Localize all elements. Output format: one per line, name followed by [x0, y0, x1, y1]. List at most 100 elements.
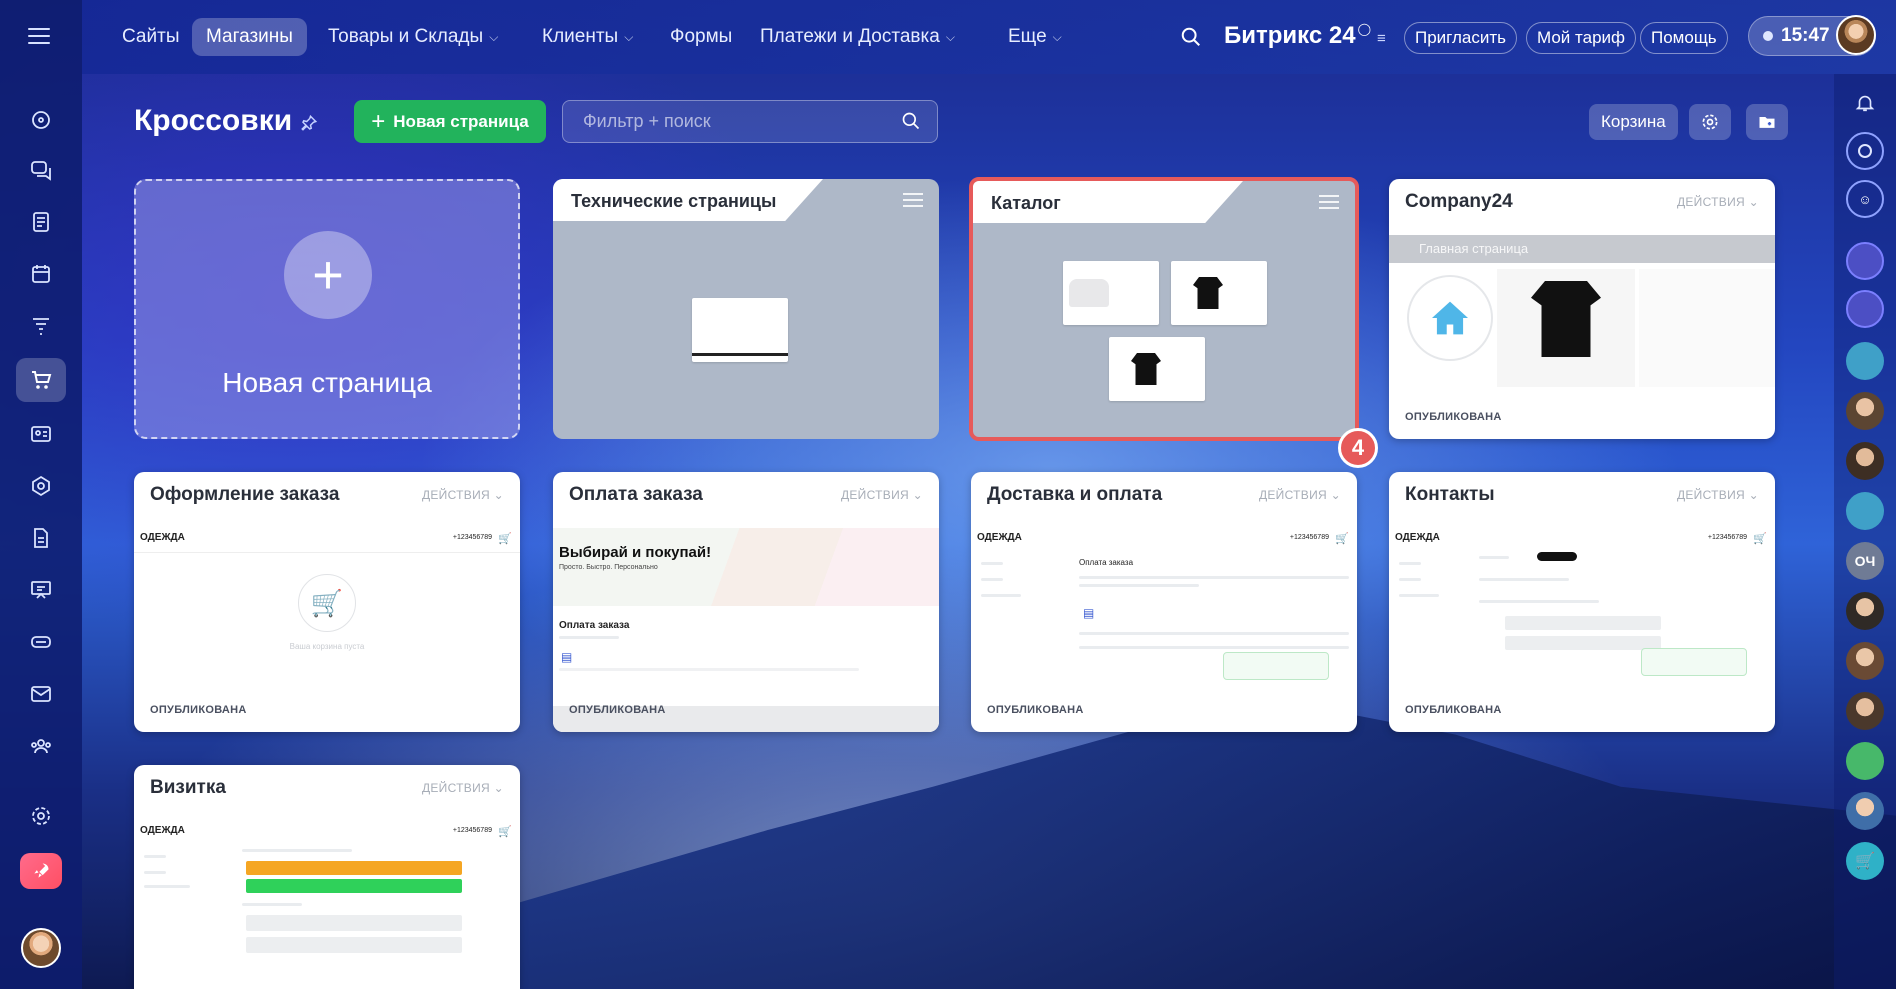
filter-icon[interactable] — [16, 304, 66, 348]
page-preview: ОДЕЖДА +123456789 🛒 ОПУБЛИКОВАНА — [1395, 532, 1767, 716]
actions-dropdown[interactable]: ДЕЙСТВИЯ ⌄ — [1259, 488, 1341, 502]
team-icon[interactable] — [16, 724, 66, 768]
search-field[interactable] — [562, 100, 938, 143]
menu-burger-icon[interactable] — [28, 28, 50, 49]
page-preview: Выбирай и покупай! Просто. Быстро. Персо… — [553, 528, 939, 732]
status-label: ОПУБЛИКОВАНА — [1405, 411, 1502, 423]
site-card-business-card[interactable]: Визитка ДЕЙСТВИЯ ⌄ ОДЕЖДА +123456789 🛒 — [134, 765, 520, 989]
menu-icon[interactable] — [903, 193, 923, 211]
folder-title: Каталог — [991, 193, 1061, 213]
nav-goods-warehouses[interactable]: Товары и Склады ⌵ — [314, 18, 512, 56]
contact-avatar[interactable] — [1846, 492, 1884, 530]
presentation-icon[interactable] — [16, 568, 66, 612]
feed-icon[interactable] — [16, 200, 66, 244]
mail-icon[interactable] — [16, 672, 66, 716]
chat-icon[interactable] — [16, 148, 66, 192]
bell-icon[interactable] — [1846, 84, 1884, 122]
avatar[interactable] — [1846, 692, 1884, 730]
site-card-checkout[interactable]: Оформление заказа ДЕЙСТВИЯ ⌄ ОДЕЖДА +1234… — [134, 472, 520, 732]
invite-button[interactable]: Пригласить — [1404, 22, 1518, 54]
folder-add-icon[interactable] — [1746, 104, 1788, 140]
card-title: Контакты — [1405, 484, 1495, 505]
card-title: Оплата заказа — [569, 484, 703, 505]
chat-avatar[interactable] — [1846, 742, 1884, 780]
status-label: ОПУБЛИКОВАНА — [1405, 704, 1502, 716]
user-avatar[interactable] — [21, 928, 61, 968]
new-page-button[interactable]: + Новая страница — [354, 100, 546, 143]
brand-logo[interactable]: Битрикс 24 ◯≡ — [1224, 22, 1386, 50]
avatar[interactable] — [1846, 592, 1884, 630]
help-button[interactable]: Помощь — [1640, 22, 1728, 54]
avatar[interactable] — [1846, 392, 1884, 430]
site-card-contacts[interactable]: Контакты ДЕЙСТВИЯ ⌄ ОДЕЖДА +123456789 🛒 ОП… — [1389, 472, 1775, 732]
chat-avatar[interactable] — [1846, 342, 1884, 380]
avatar[interactable] — [1846, 242, 1884, 280]
target-icon[interactable] — [16, 464, 66, 508]
settings-icon[interactable] — [1689, 104, 1731, 140]
empty-cart-icon: 🛒 — [298, 574, 356, 632]
settings-icon[interactable] — [16, 794, 66, 838]
background-mountains — [520, 700, 1896, 989]
search-icon[interactable] — [1180, 26, 1202, 53]
page-thumbnail — [1109, 337, 1205, 401]
plus-icon: + — [284, 231, 372, 319]
folder-card-catalog[interactable]: Каталог — [969, 177, 1359, 441]
left-sidebar — [0, 0, 82, 989]
avatar[interactable] — [1846, 290, 1884, 328]
pin-icon[interactable] — [300, 114, 318, 137]
site-card-delivery[interactable]: Доставка и оплата ДЕЙСТВИЯ ⌄ ОДЕЖДА +1234… — [971, 472, 1357, 732]
nav-forms[interactable]: Формы — [656, 18, 746, 56]
home-icon — [1407, 275, 1493, 361]
actions-dropdown[interactable]: ДЕЙСТВИЯ ⌄ — [422, 781, 504, 795]
rocket-icon[interactable] — [20, 853, 62, 889]
status-label: ОПУБЛИКОВАНА — [987, 704, 1084, 716]
page-title: Кроссовки — [134, 104, 293, 137]
storage-icon[interactable] — [16, 620, 66, 664]
chevron-down-icon: ⌵ — [489, 29, 499, 44]
dashboard-icon[interactable] — [16, 98, 66, 142]
card-title: Company24 — [1405, 191, 1513, 212]
document-icon: ▤ — [1083, 606, 1095, 620]
avatar[interactable] — [1846, 792, 1884, 830]
search-input[interactable] — [563, 101, 883, 142]
preview-title: Главная страница — [1419, 241, 1529, 256]
profile-avatar[interactable] — [1836, 15, 1876, 55]
nav-shops[interactable]: Магазины — [192, 18, 307, 56]
plus-icon: + — [371, 107, 386, 135]
avatar[interactable] — [1846, 442, 1884, 480]
cart-icon[interactable] — [16, 358, 66, 402]
actions-dropdown[interactable]: ДЕЙСТВИЯ ⌄ — [841, 488, 923, 502]
page-preview: ОДЕЖДА +123456789 🛒 — [134, 821, 520, 989]
site-card-company24[interactable]: Company24 ДЕЙСТВИЯ ⌄ Главная страница ОП… — [1389, 179, 1775, 439]
nav-more[interactable]: Еще ⌵ — [994, 18, 1076, 56]
menu-icon[interactable] — [1319, 195, 1339, 213]
nav-payments-delivery[interactable]: Платежи и Доставка ⌵ — [746, 18, 969, 56]
avatar[interactable] — [1846, 642, 1884, 680]
site-card-payment[interactable]: Оплата заказа ДЕЙСТВИЯ ⌄ Выбирай и покуп… — [553, 472, 939, 732]
cart-button[interactable]: Корзина — [1589, 104, 1678, 140]
search-icon[interactable] — [901, 111, 921, 136]
card-title: Оформление заказа — [150, 484, 340, 505]
cart-icon: 🛒 — [1335, 533, 1349, 545]
step-badge: 4 — [1338, 428, 1378, 468]
nav-sites[interactable]: Сайты — [108, 18, 193, 56]
folder-title: Технические страницы — [571, 191, 777, 211]
calendar-icon[interactable] — [16, 252, 66, 296]
actions-dropdown[interactable]: ДЕЙСТВИЯ ⌄ — [422, 488, 504, 502]
document-icon[interactable] — [16, 516, 66, 560]
page-thumbnail — [1063, 261, 1159, 325]
contact-card-icon[interactable] — [16, 412, 66, 456]
folder-card-technical[interactable]: Технические страницы — [553, 179, 939, 439]
chevron-down-icon: ⌵ — [624, 29, 634, 44]
document-icon: ▤ — [561, 650, 573, 664]
my-tariff-button[interactable]: Мой тариф — [1526, 22, 1637, 54]
status-label: ОПУБЛИКОВАНА — [150, 704, 247, 716]
support-icon[interactable]: ☺ — [1846, 180, 1884, 218]
new-page-card[interactable]: + Новая страница — [134, 179, 520, 439]
initials-avatar[interactable]: ОЧ — [1846, 542, 1884, 580]
cart-icon[interactable]: 🛒 — [1846, 842, 1884, 880]
actions-dropdown[interactable]: ДЕЙСТВИЯ ⌄ — [1677, 195, 1759, 209]
copilot-icon[interactable] — [1846, 132, 1884, 170]
actions-dropdown[interactable]: ДЕЙСТВИЯ ⌄ — [1677, 488, 1759, 502]
nav-clients[interactable]: Клиенты ⌵ — [528, 18, 647, 56]
